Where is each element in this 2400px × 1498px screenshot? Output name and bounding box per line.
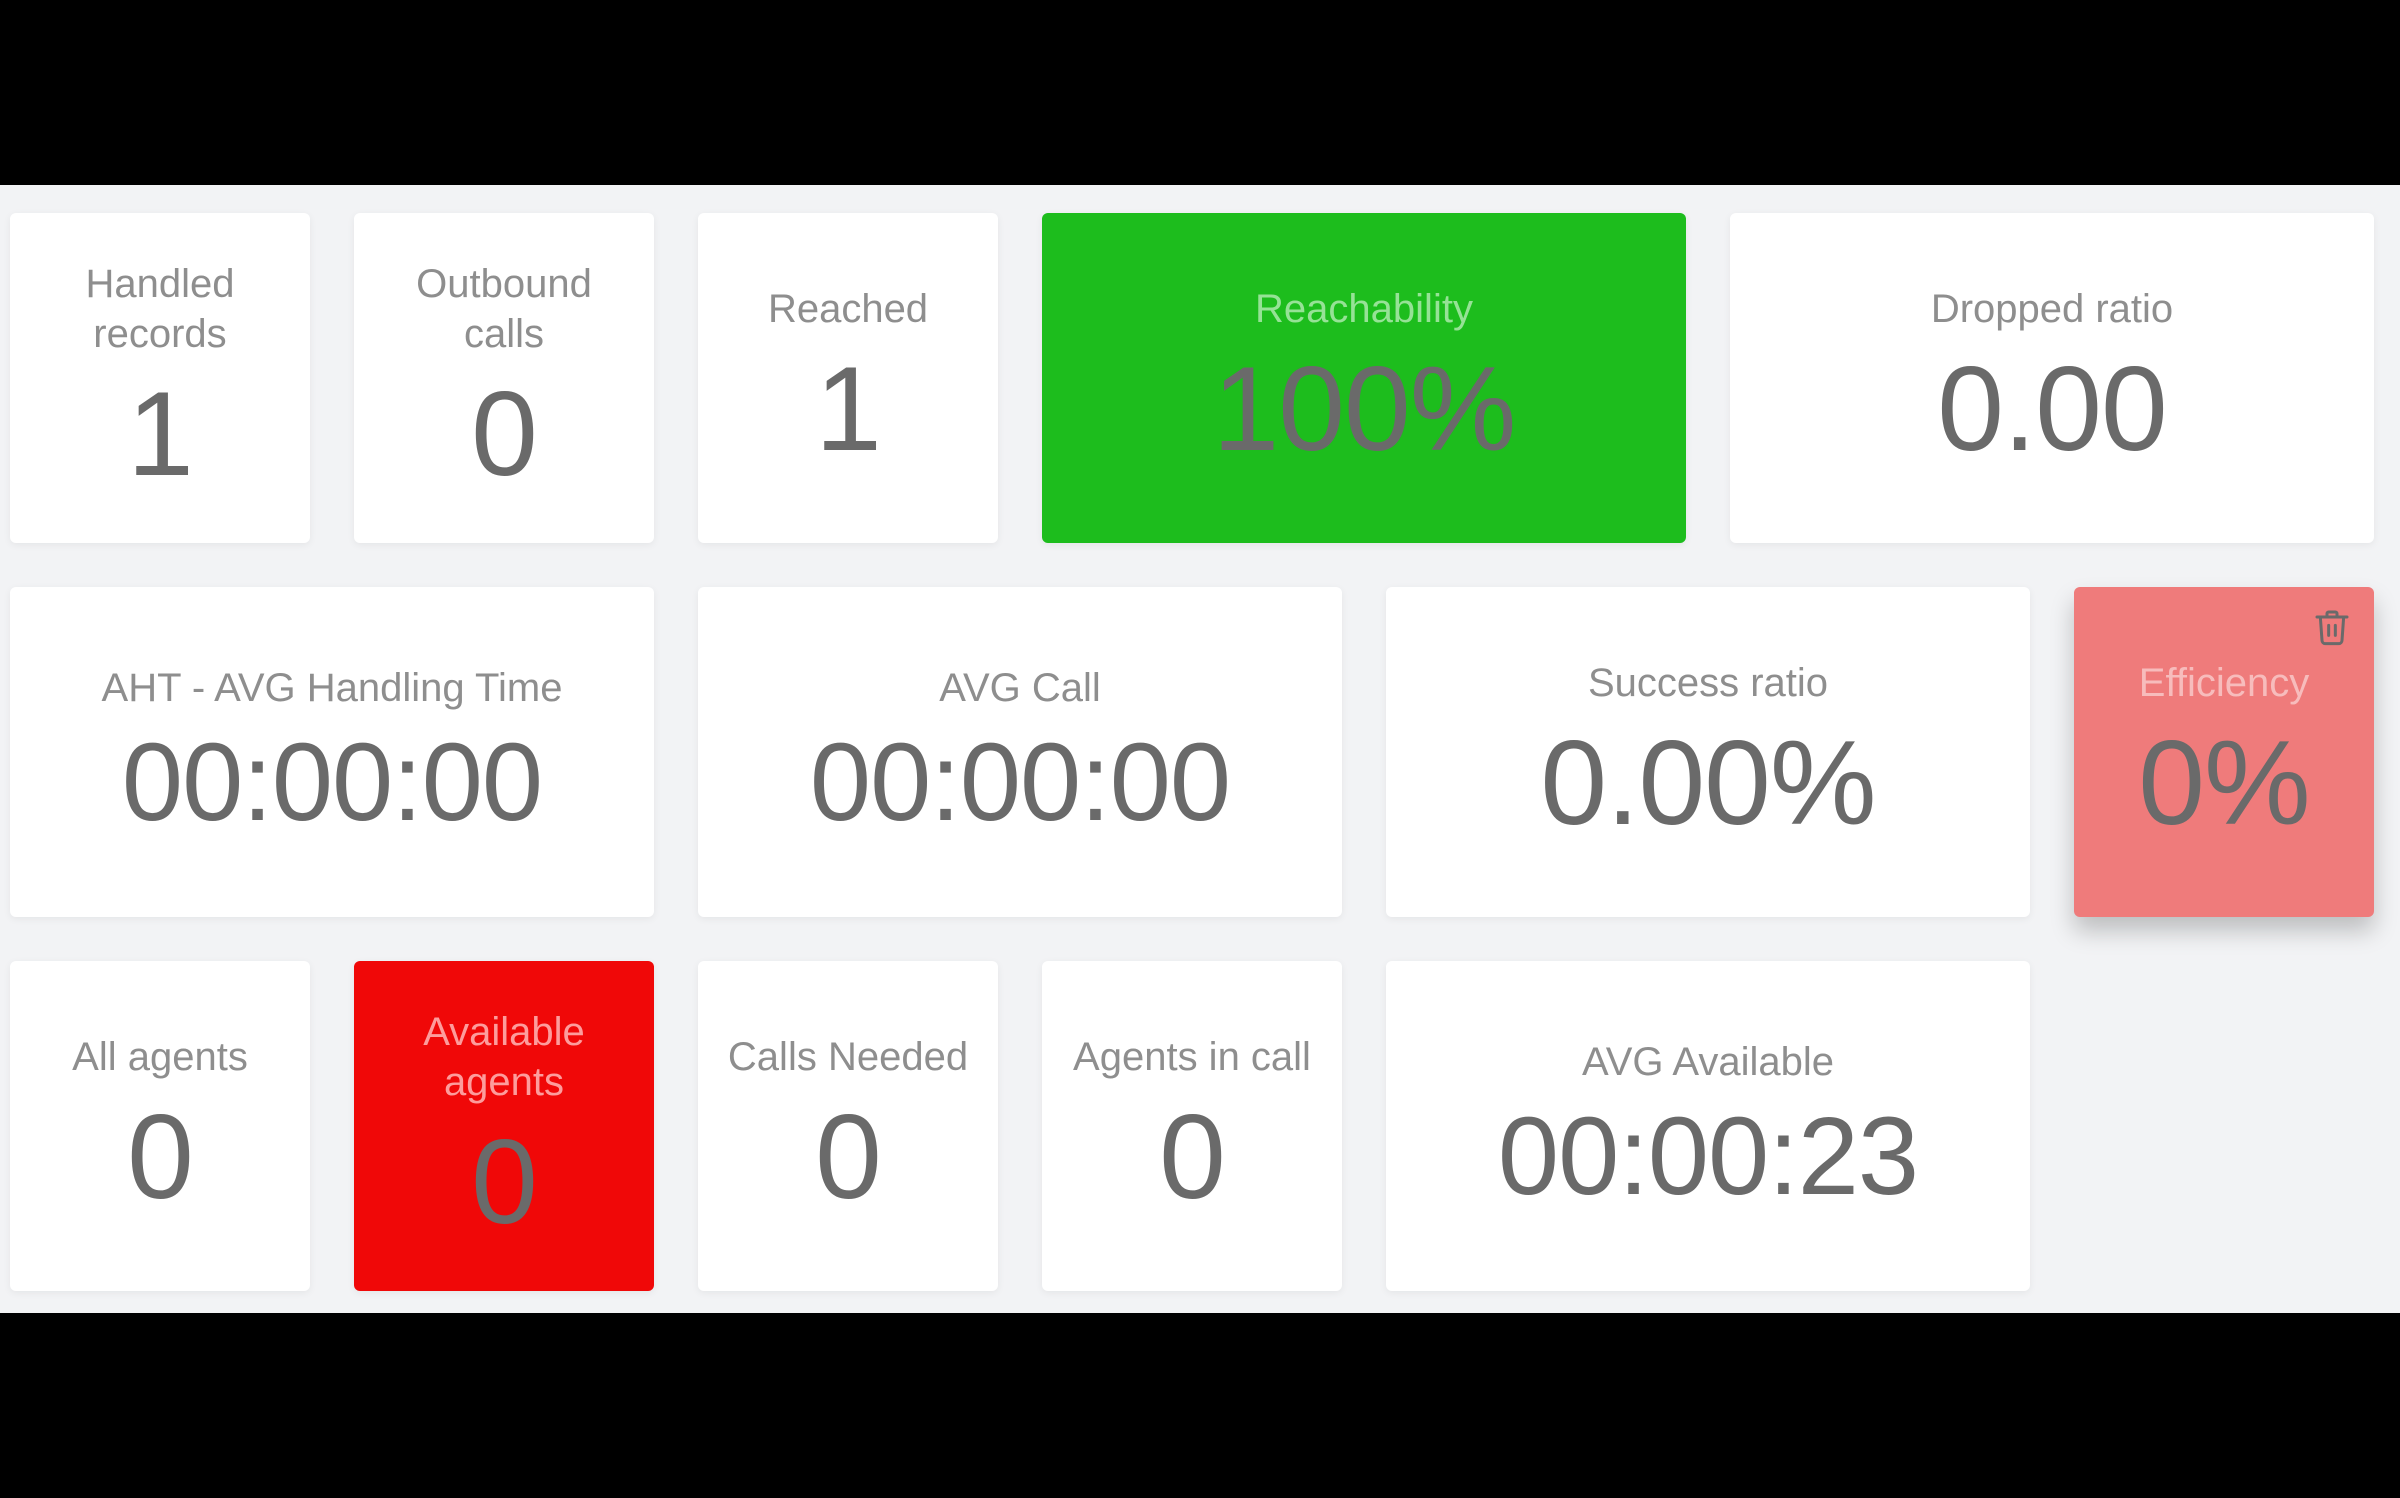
card-title: Reached xyxy=(768,284,928,334)
trash-icon[interactable] xyxy=(2312,607,2352,647)
card-title: All agents xyxy=(72,1032,248,1082)
card-title: Agents in call xyxy=(1073,1032,1311,1082)
card-value: 1 xyxy=(127,371,193,497)
card-title: AHT - AVG Handling Time xyxy=(102,663,563,713)
card-handled-records[interactable]: Handled records 1 xyxy=(10,213,310,543)
card-value: 0 xyxy=(471,371,537,497)
dashboard-row-2: AHT - AVG Handling Time 00:00:00 AVG Cal… xyxy=(10,587,2390,917)
card-title: Efficiency xyxy=(2139,658,2309,708)
card-title: Available agents xyxy=(374,1007,634,1107)
card-title: Dropped ratio xyxy=(1931,284,2173,334)
card-title: Outbound calls xyxy=(374,259,634,359)
dashboard-grid: Handled records 1 Outbound calls 0 Reach… xyxy=(10,213,2390,1291)
dashboard-row-1: Handled records 1 Outbound calls 0 Reach… xyxy=(10,213,2390,543)
card-available-agents[interactable]: Available agents 0 xyxy=(354,961,654,1291)
card-title: Success ratio xyxy=(1588,658,1828,708)
card-title: Reachability xyxy=(1255,284,1473,334)
card-aht[interactable]: AHT - AVG Handling Time 00:00:00 xyxy=(10,587,654,917)
card-value: 0 xyxy=(1159,1094,1225,1220)
card-value: 00:00:23 xyxy=(1498,1099,1918,1215)
card-dropped-ratio[interactable]: Dropped ratio 0.00 xyxy=(1730,213,2374,543)
card-calls-needed[interactable]: Calls Needed 0 xyxy=(698,961,998,1291)
card-value: 0 xyxy=(471,1119,537,1245)
card-value: 0% xyxy=(2138,720,2309,846)
card-title: AVG Call xyxy=(939,663,1101,713)
card-reachability[interactable]: Reachability 100% xyxy=(1042,213,1686,543)
dashboard-row-3: All agents 0 Available agents 0 Calls Ne… xyxy=(10,961,2390,1291)
card-agents-in-call[interactable]: Agents in call 0 xyxy=(1042,961,1342,1291)
card-value: 1 xyxy=(815,346,881,472)
card-outbound-calls[interactable]: Outbound calls 0 xyxy=(354,213,654,543)
card-success-ratio[interactable]: Success ratio 0.00% xyxy=(1386,587,2030,917)
card-efficiency[interactable]: Efficiency 0% xyxy=(2074,587,2374,917)
card-value: 0.00% xyxy=(1540,720,1875,846)
card-avg-call[interactable]: AVG Call 00:00:00 xyxy=(698,587,1342,917)
card-value: 100% xyxy=(1213,346,1516,472)
card-reached[interactable]: Reached 1 xyxy=(698,213,998,543)
card-value: 00:00:00 xyxy=(810,725,1230,841)
card-title: Calls Needed xyxy=(728,1032,968,1082)
dashboard-stage: Handled records 1 Outbound calls 0 Reach… xyxy=(0,185,2400,1313)
card-avg-available[interactable]: AVG Available 00:00:23 xyxy=(1386,961,2030,1291)
card-title: Handled records xyxy=(30,259,290,359)
card-value: 00:00:00 xyxy=(122,725,542,841)
card-title: AVG Available xyxy=(1582,1037,1834,1087)
card-value: 0 xyxy=(815,1094,881,1220)
card-value: 0.00 xyxy=(1937,346,2167,472)
card-value: 0 xyxy=(127,1094,193,1220)
card-all-agents[interactable]: All agents 0 xyxy=(10,961,310,1291)
